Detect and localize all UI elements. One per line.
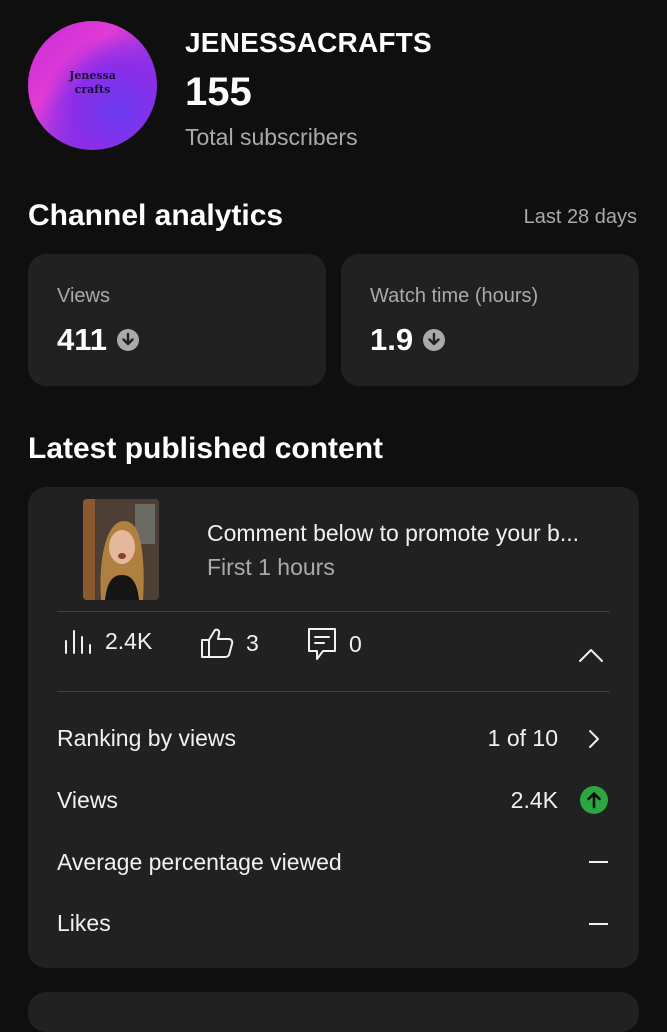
- empty-value-dash: [589, 861, 608, 863]
- channel-avatar[interactable]: Jenessa crafts: [28, 21, 157, 150]
- arrow-up-circle-icon: [580, 786, 608, 814]
- likes-stat: 3: [200, 627, 259, 659]
- video-thumbnail[interactable]: [83, 499, 159, 600]
- watch-time-value: 1.9: [370, 322, 414, 357]
- views-value: 411: [57, 322, 108, 357]
- comments-stat-value: 0: [349, 630, 362, 657]
- subscriber-count: 155: [185, 70, 252, 114]
- chevron-right-icon[interactable]: [588, 729, 600, 749]
- comment-icon: [308, 628, 336, 660]
- video-subtitle: First 1 hours: [207, 554, 335, 580]
- avatar-text-line2: crafts: [74, 83, 111, 96]
- views-metric-card[interactable]: Views 411: [28, 254, 326, 386]
- channel-name: JENESSACRAFTS: [185, 27, 432, 58]
- thumbnail-image: [83, 499, 159, 600]
- metric-label: Views: [57, 285, 110, 307]
- row-value: 2.4K: [510, 787, 558, 813]
- avatar-text: Jenessa crafts: [28, 69, 157, 97]
- metric-label: Watch time (hours): [370, 285, 539, 307]
- likes-stat-value: 3: [246, 629, 259, 656]
- divider: [57, 691, 610, 692]
- views-stat: 2.4K: [63, 627, 152, 655]
- empty-value-dash: [589, 923, 608, 925]
- latest-content-card: Comment below to promote your b... First…: [28, 487, 639, 968]
- subscriber-label: Total subscribers: [185, 124, 358, 150]
- row-label: Average percentage viewed: [57, 849, 342, 875]
- avatar-text-line1: Jenessa: [69, 69, 116, 82]
- row-label: Views: [57, 787, 118, 813]
- analytics-title: Channel analytics: [28, 199, 284, 232]
- watch-time-metric-card[interactable]: Watch time (hours) 1.9: [341, 254, 639, 386]
- next-card: [28, 992, 639, 1032]
- metric-value: 411: [57, 322, 140, 358]
- divider: [57, 611, 610, 612]
- bar-chart-icon: [65, 630, 91, 654]
- date-range[interactable]: Last 28 days: [524, 206, 637, 229]
- video-title[interactable]: Comment below to promote your b...: [207, 520, 579, 547]
- chevron-up-icon[interactable]: [578, 647, 604, 663]
- row-label: Ranking by views: [57, 725, 236, 751]
- views-stat-value: 2.4K: [105, 627, 153, 654]
- arrow-down-circle-icon: [117, 329, 140, 351]
- row-value: 1 of 10: [487, 725, 558, 751]
- latest-content-title: Latest published content: [28, 432, 384, 465]
- row-label: Likes: [57, 910, 111, 936]
- metric-value: 1.9: [370, 322, 446, 358]
- arrow-down-circle-icon: [423, 329, 446, 351]
- thumbs-up-icon: [201, 628, 234, 658]
- comments-stat: 0: [307, 627, 362, 661]
